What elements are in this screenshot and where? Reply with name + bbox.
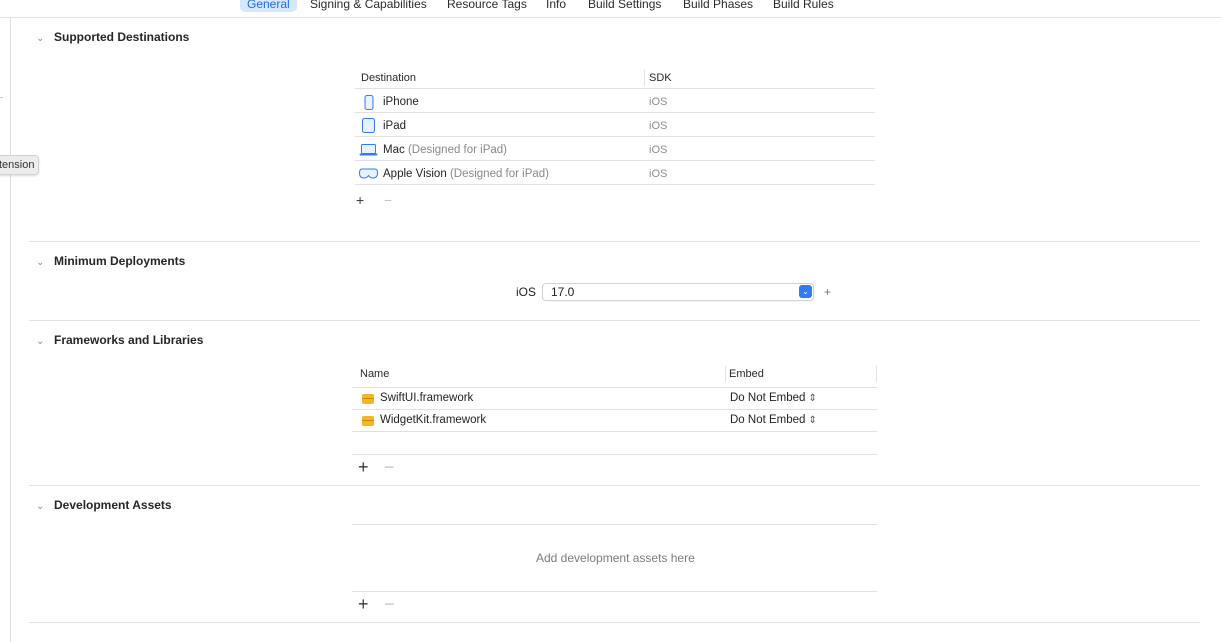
embed-value: Do Not Embed: [730, 392, 806, 404]
framework-toolbox-icon: [362, 416, 374, 426]
embed-popup[interactable]: Do Not Embed ⇕: [730, 409, 817, 431]
row-divider: [352, 431, 877, 432]
column-separator: [644, 70, 645, 86]
sidebar-divider[interactable]: [10, 18, 11, 642]
column-header-destination[interactable]: Destination: [361, 68, 416, 88]
mac-icon: [359, 144, 378, 156]
tab-general[interactable]: General: [240, 0, 297, 12]
destination-sdk: iOS: [649, 120, 668, 132]
table-divider: [355, 88, 875, 89]
target-name-tooltip: tension: [0, 155, 40, 175]
embed-popup[interactable]: Do Not Embed ⇕: [730, 387, 817, 409]
column-header-embed[interactable]: Embed: [729, 364, 764, 384]
column-header-name[interactable]: Name: [360, 364, 389, 384]
ios-version-popup[interactable]: 17.0 ⌄: [542, 283, 814, 301]
framework-name: WidgetKit.framework: [380, 414, 487, 426]
ipad-icon: [362, 118, 375, 133]
destination-name: iPad: [383, 120, 407, 132]
add-asset-button[interactable]: +: [358, 595, 369, 613]
destination-note: (Designed for iPad): [407, 144, 508, 156]
chevron-down-icon[interactable]: ⌄: [36, 31, 46, 47]
remove-destination-button[interactable]: −: [384, 193, 392, 207]
destination-name: iPhone: [383, 96, 419, 108]
row-divider: [355, 112, 875, 113]
column-header-sdk[interactable]: SDK: [649, 68, 672, 88]
section-divider: [29, 241, 1200, 242]
remove-framework-button[interactable]: −: [384, 458, 395, 476]
add-destination-button[interactable]: +: [356, 193, 364, 207]
chevron-down-icon[interactable]: ⌄: [36, 334, 46, 350]
iphone-icon: [364, 95, 374, 110]
section-title: Supported Destinations: [54, 30, 190, 44]
add-framework-button[interactable]: +: [358, 458, 369, 476]
section-divider: [29, 622, 1200, 623]
tab-build-settings[interactable]: Build Settings: [588, 0, 661, 12]
destination-sdk: iOS: [649, 168, 668, 180]
chevron-down-icon: ⌄: [799, 285, 812, 298]
table-bottom-border: [352, 591, 877, 592]
section-title: Development Assets: [54, 498, 172, 512]
tab-build-rules[interactable]: Build Rules: [773, 0, 834, 12]
tab-build-phases[interactable]: Build Phases: [683, 0, 753, 12]
remove-asset-button[interactable]: −: [384, 595, 395, 613]
destination-sdk: iOS: [649, 96, 668, 108]
table-top-border: [352, 524, 877, 525]
destination-note: (Designed for iPad): [449, 168, 550, 180]
ios-version-value: 17.0: [551, 285, 575, 299]
gutter-tick: [0, 97, 3, 98]
chevron-down-icon[interactable]: ⌄: [36, 499, 46, 515]
section-title: Minimum Deployments: [54, 254, 186, 268]
framework-name: SwiftUI.framework: [380, 392, 474, 404]
section-development-assets[interactable]: ⌄ Development Assets: [36, 497, 172, 513]
row-divider: [355, 160, 875, 161]
row-divider: [355, 184, 875, 185]
section-divider: [29, 485, 1200, 486]
destination-sdk: iOS: [649, 144, 668, 156]
add-deployment-button[interactable]: +: [824, 285, 831, 299]
section-frameworks-libraries[interactable]: ⌄ Frameworks and Libraries: [36, 332, 203, 348]
destination-name: Apple Vision: [383, 168, 447, 180]
column-separator: [725, 366, 726, 382]
row-divider: [355, 136, 875, 137]
section-divider: [29, 320, 1200, 321]
section-supported-destinations[interactable]: ⌄ Supported Destinations: [36, 29, 189, 45]
updown-chevron-icon: ⇕: [808, 415, 817, 426]
tab-info[interactable]: Info: [546, 0, 566, 12]
column-separator: [876, 366, 877, 382]
framework-toolbox-icon: [362, 394, 374, 404]
table-bottom-border: [352, 454, 877, 455]
embed-value: Do Not Embed: [730, 414, 806, 426]
tab-resource-tags[interactable]: Resource Tags: [447, 0, 527, 12]
vision-icon: [359, 168, 378, 179]
tab-bar: General Signing & Capabilities Resource …: [0, 0, 1221, 18]
empty-assets-message: Add development assets here: [536, 551, 695, 565]
platform-label: iOS: [516, 285, 537, 299]
updown-chevron-icon: ⇕: [808, 393, 817, 404]
section-minimum-deployments[interactable]: ⌄ Minimum Deployments: [36, 253, 185, 269]
destination-name: Mac: [383, 144, 405, 156]
chevron-down-icon[interactable]: ⌄: [36, 255, 46, 271]
section-title: Frameworks and Libraries: [54, 333, 204, 347]
tab-signing-capabilities[interactable]: Signing & Capabilities: [310, 0, 427, 12]
